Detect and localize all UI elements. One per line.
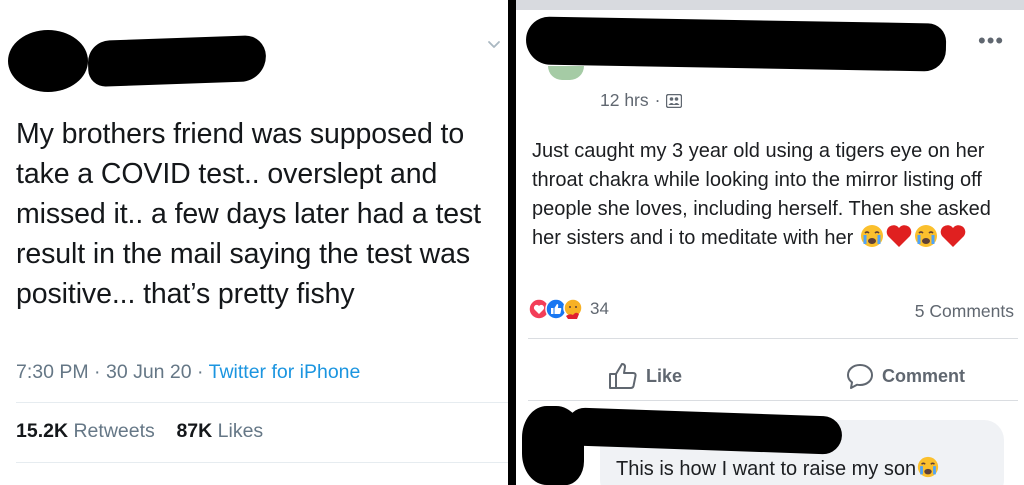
post-body: Just caught my 3 year old using a tigers…: [532, 137, 1018, 253]
crying-face-icon: [914, 225, 937, 247]
red-heart-icon: [886, 225, 912, 247]
crying-face-icon: [917, 456, 939, 478]
retweets-count: 15.2K: [16, 420, 69, 442]
top-bar: [516, 0, 1024, 10]
meta-separator: ·: [94, 361, 101, 383]
post-time[interactable]: 12 hrs: [600, 90, 649, 111]
reactions-summary[interactable]: 34: [528, 298, 609, 320]
hug-reaction-icon: [563, 298, 583, 319]
comment-button[interactable]: Comment: [846, 362, 965, 390]
divider: [528, 400, 1018, 401]
retweets-stat[interactable]: 15.2K Retweets: [16, 420, 155, 442]
divider: [16, 402, 508, 403]
comment-bubble-icon: [847, 364, 873, 389]
meta-separator: ·: [197, 361, 204, 383]
redacted-avatar: [8, 30, 88, 92]
more-options-icon[interactable]: •••: [978, 28, 1004, 54]
tweet-stats: 15.2K Retweets 87K Likes: [16, 420, 263, 443]
post-timestamp: 12 hrs ·: [600, 90, 683, 111]
avatar[interactable]: [548, 66, 584, 80]
tweet-time[interactable]: 7:30 PM: [16, 361, 89, 383]
meta-separator: ·: [654, 90, 661, 110]
comments-count-link[interactable]: 5 Comments: [915, 301, 1014, 322]
reaction-count: 34: [590, 299, 609, 318]
retweets-label: Retweets: [73, 420, 155, 442]
tweet-meta: 7:30 PM · 30 Jun 20 · Twitter for iPhone: [16, 361, 360, 384]
friends-privacy-icon: [666, 93, 683, 108]
divider: [16, 462, 508, 463]
thumbs-up-icon: [609, 363, 637, 389]
divider: [528, 338, 1018, 339]
redacted-username: [87, 34, 267, 88]
facebook-post: ••• 12 hrs · Just caught my 3 year old u…: [516, 0, 1024, 485]
redacted-author-name: [525, 16, 947, 72]
likes-stat[interactable]: 87K Likes: [176, 420, 263, 442]
like-button[interactable]: Like: [608, 362, 682, 390]
comment-text: This is how I want to raise my son: [616, 455, 940, 481]
likes-label: Likes: [217, 420, 264, 442]
likes-count: 87K: [176, 420, 213, 442]
tweet-source-link[interactable]: Twitter for iPhone: [209, 361, 361, 383]
comment-body: This is how I want to raise my son: [616, 458, 917, 480]
tweet-card: My brothers friend was supposed to take …: [0, 0, 508, 485]
crying-face-icon: [860, 225, 883, 247]
like-label: Like: [646, 365, 683, 386]
chevron-down-icon[interactable]: [486, 36, 502, 52]
red-heart-icon: [940, 225, 966, 247]
comment-label: Comment: [882, 365, 966, 386]
tweet-text: My brothers friend was supposed to take …: [16, 118, 481, 310]
tweet-date[interactable]: 30 Jun 20: [106, 361, 192, 383]
